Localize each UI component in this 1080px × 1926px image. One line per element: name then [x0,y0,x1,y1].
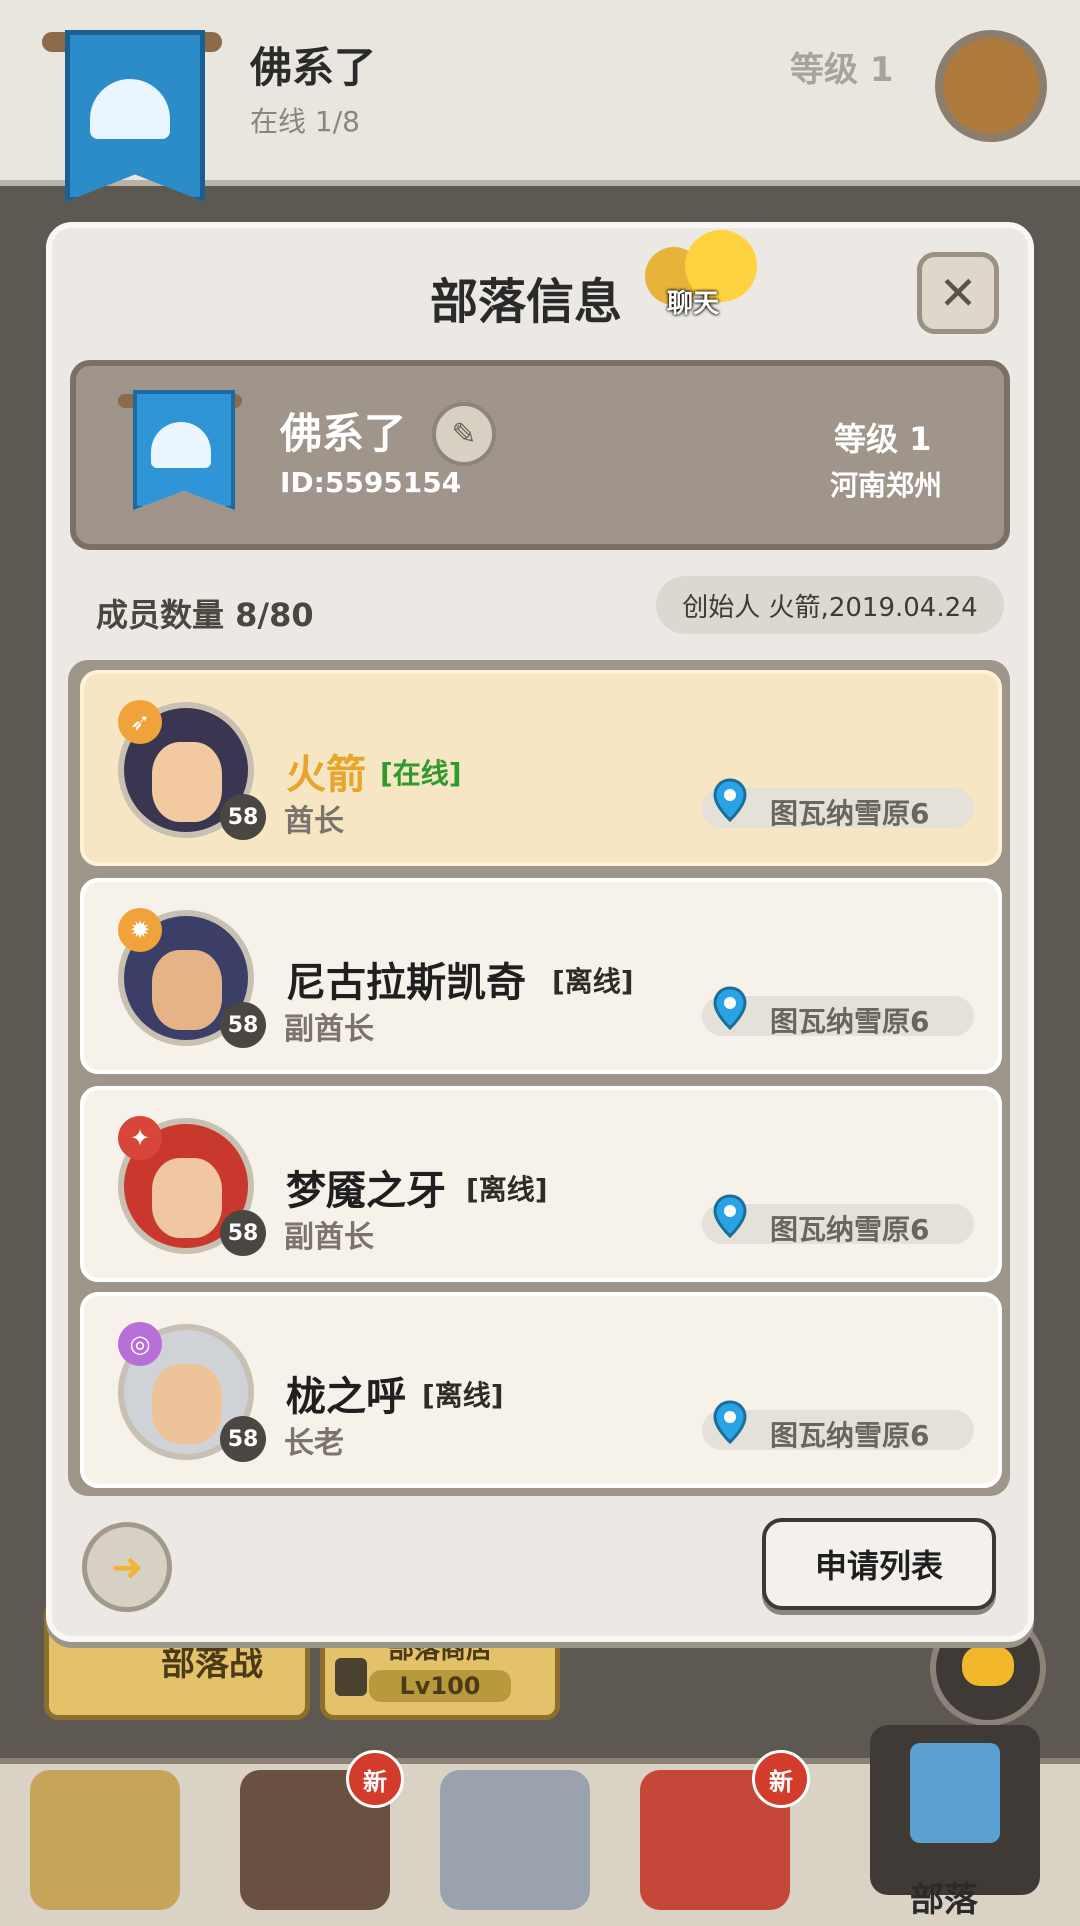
header-level: 等级 1 [790,50,894,90]
member-level-badge: 58 [220,794,266,840]
member-role: 长老 [284,1426,344,1461]
face-icon [152,1158,222,1238]
location-pin-icon [713,778,747,822]
nav-armor-icon[interactable] [440,1770,590,1910]
chat-bubble-icon [962,1646,1014,1686]
header-online-count: 在线 1/8 [250,105,360,138]
member-location: 图瓦纳雪原6 [770,1213,930,1246]
demon-class-icon: ✦ [118,1116,162,1160]
archer-class-icon: ➶ [118,700,162,744]
member-level-badge: 58 [220,1416,266,1462]
face-icon [152,742,222,822]
nav-pet-new-badge: 新 [752,1750,810,1808]
member-name: 火箭 [286,752,366,798]
player-avatar-icon[interactable] [935,30,1047,142]
member-name: 栊之呼 [286,1374,406,1420]
nav-hero-new-badge: 新 [346,1750,404,1808]
nav-tribe-active-tab[interactable] [870,1725,1040,1895]
member-role: 副酋长 [284,1012,374,1047]
member-status: [在线] [380,757,462,790]
member-role: 副酋长 [284,1220,374,1255]
lock-icon [335,1658,367,1696]
member-location: 图瓦纳雪原6 [770,1005,930,1038]
tribe-name: 佛系了 [280,409,407,458]
pencil-icon: ✎ [451,416,477,452]
member-name: 尼古拉斯凯奇 [286,960,526,1006]
member-status: [离线] [422,1379,504,1412]
dialog-title: 部落信息 [430,274,623,330]
tribe-region: 河南郑州 [830,469,943,502]
founder-info: 创始人 火箭,2019.04.24 [656,576,1004,634]
nav-tribe-label: 部落 [910,1880,978,1920]
member-level-badge: 58 [220,1002,266,1048]
member-level-badge: 58 [220,1210,266,1256]
member-status: [离线] [552,965,634,998]
chat-label: 聊天 [667,289,720,319]
magic-class-icon: ◎ [118,1322,162,1366]
member-count: 成员数量 8/80 [96,596,314,634]
location-pin-icon [713,1400,747,1444]
tribe-war-label: 部落战 [161,1643,263,1684]
nav-tribe-hut-icon[interactable] [30,1770,180,1910]
shell-emblem-icon [90,79,170,139]
member-status: [离线] [466,1173,548,1206]
close-button[interactable]: ✕ [917,252,999,334]
apply-list-button[interactable]: 申请列表 [762,1518,996,1610]
header-tribe-name: 佛系了 [250,43,377,92]
return-arrow-icon: ➜ [111,1545,143,1589]
shell-emblem-icon [151,422,211,468]
tribe-id: ID:5595154 [280,466,462,499]
location-pin-icon [713,1194,747,1238]
fire-class-icon: ✹ [118,908,162,952]
chat-button[interactable]: 聊天 [645,225,765,325]
location-pin-icon [713,986,747,1030]
edit-name-button[interactable]: ✎ [432,402,496,466]
face-icon [152,950,222,1030]
tribe-level: 等级 1 [834,420,932,458]
member-role: 酋长 [284,804,344,839]
member-location: 图瓦纳雪原6 [770,1419,930,1452]
shop-lock-level: Lv100 [369,1669,511,1702]
member-location: 图瓦纳雪原6 [770,797,930,830]
back-button[interactable]: ➜ [82,1522,172,1612]
face-icon [152,1364,222,1444]
member-name: 梦魇之牙 [286,1168,446,1214]
tribe-totem-icon [910,1743,1000,1843]
